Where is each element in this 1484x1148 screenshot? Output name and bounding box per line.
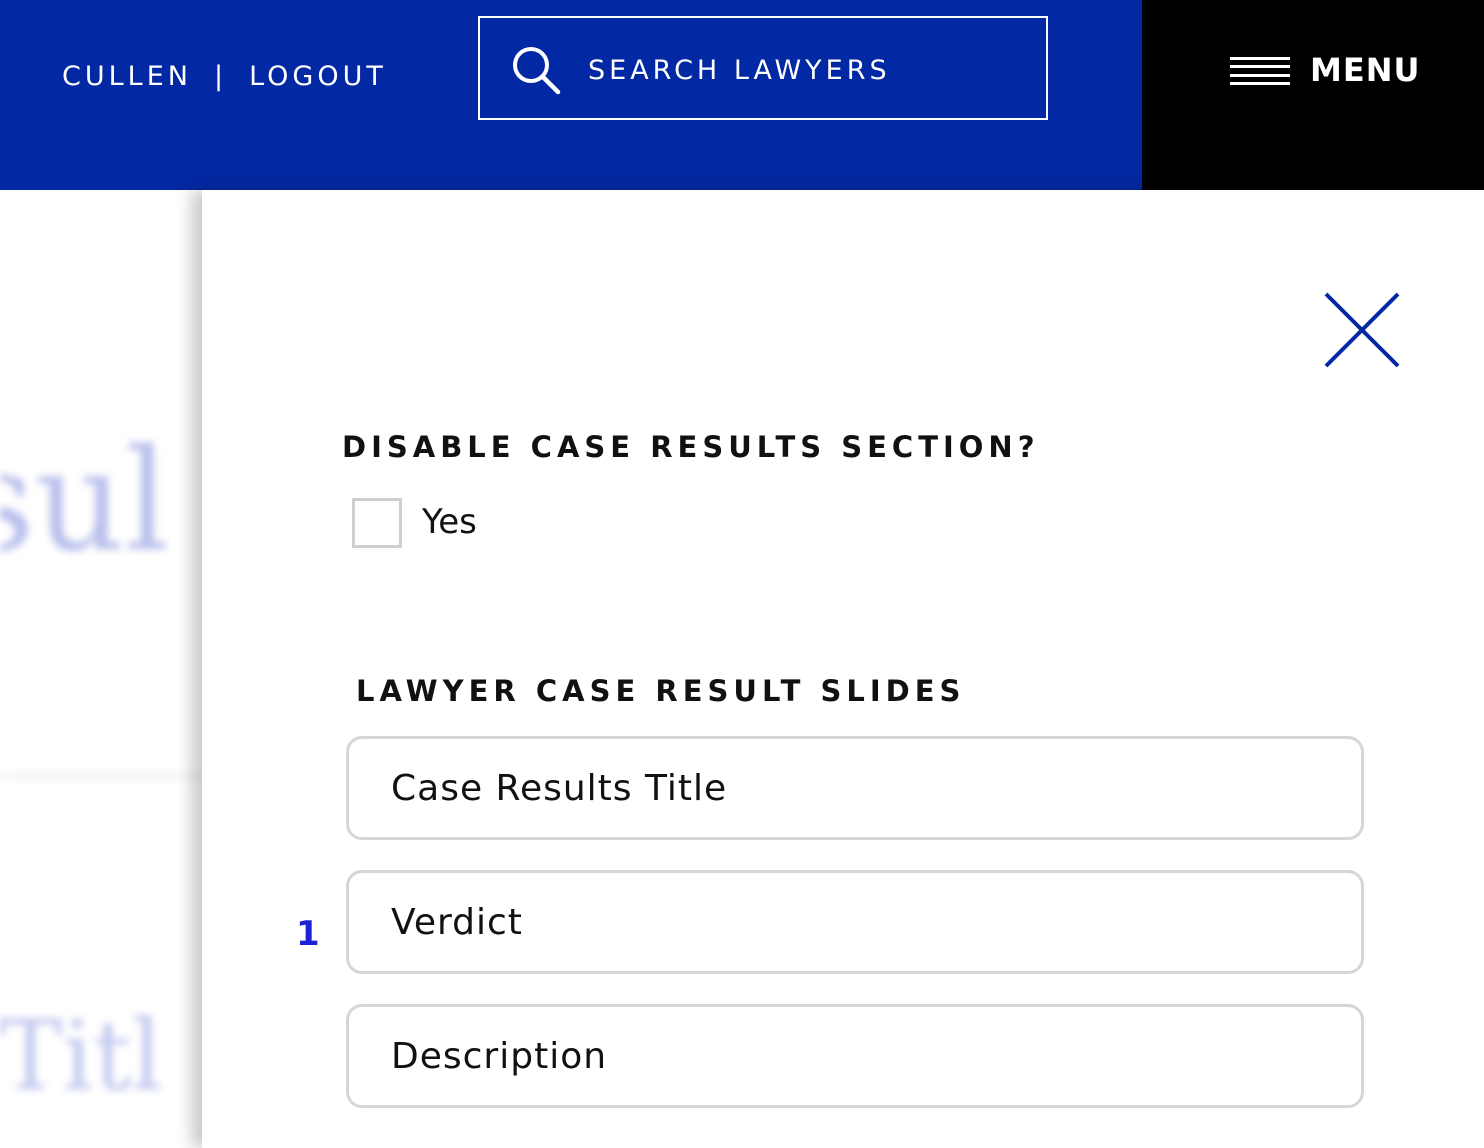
background-heading-fragment: esul xyxy=(0,420,170,583)
search-icon[interactable] xyxy=(510,44,562,96)
close-icon[interactable] xyxy=(1320,290,1400,370)
user-name-link[interactable]: CULLEN xyxy=(62,61,192,92)
top-bar: CULLEN | LOGOUT xyxy=(0,0,1142,190)
background-title-fragment: ts Titl xyxy=(0,1000,163,1112)
hamburger-icon xyxy=(1230,57,1290,85)
edit-panel: DISABLE CASE RESULTS SECTION? Yes LAWYER… xyxy=(202,190,1484,1148)
background-page: esul ts Titl xyxy=(0,190,202,1148)
disable-checkbox-label[interactable]: Yes xyxy=(422,502,477,542)
disable-section-heading: DISABLE CASE RESULTS SECTION? xyxy=(342,430,1040,464)
slides-section-heading: LAWYER CASE RESULT SLIDES xyxy=(356,674,966,708)
description-field[interactable] xyxy=(346,1004,1364,1108)
user-links: CULLEN | LOGOUT xyxy=(62,60,387,94)
case-results-title-field[interactable] xyxy=(346,736,1364,840)
search-box[interactable] xyxy=(478,16,1048,120)
search-input[interactable] xyxy=(588,48,1018,92)
user-links-separator: | xyxy=(213,61,228,92)
disable-checkbox[interactable] xyxy=(352,498,402,548)
menu-label: MENU xyxy=(1310,51,1421,89)
menu-button[interactable]: MENU xyxy=(1228,50,1428,90)
menu-bar xyxy=(1142,0,1484,190)
background-divider xyxy=(0,774,202,778)
verdict-input[interactable] xyxy=(391,897,1311,947)
slide-number: 1 xyxy=(296,914,320,954)
description-input[interactable] xyxy=(391,1031,1311,1081)
verdict-field[interactable] xyxy=(346,870,1364,974)
case-results-title-input[interactable] xyxy=(391,763,1311,813)
logout-link[interactable]: LOGOUT xyxy=(249,61,387,92)
